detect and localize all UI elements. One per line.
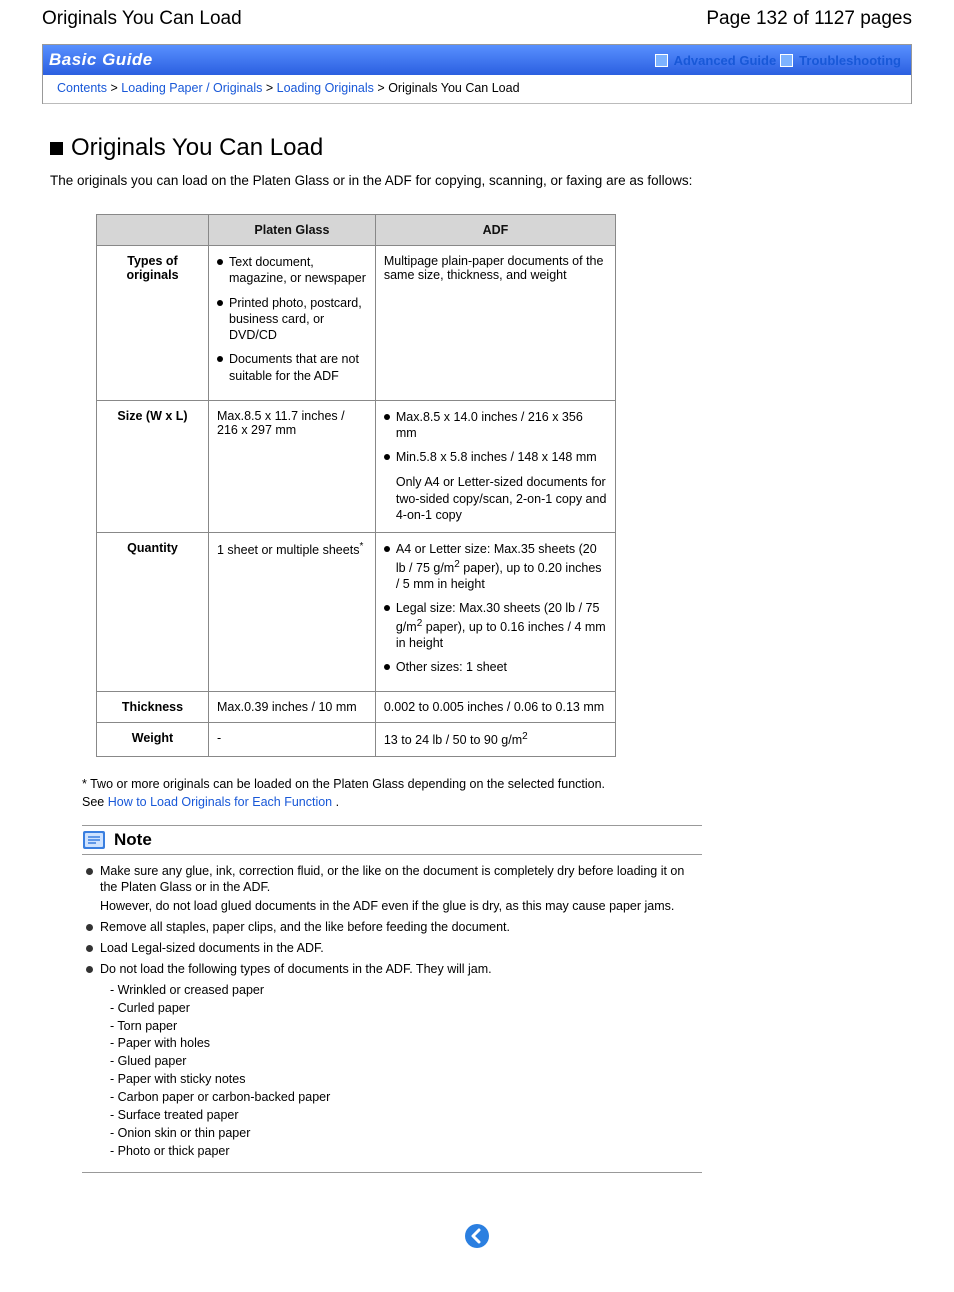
crumb-loading-paper[interactable]: Loading Paper / Originals <box>121 81 262 95</box>
guide-title: Basic Guide <box>49 50 153 70</box>
table-row: Quantity 1 sheet or multiple sheets* A4 … <box>97 533 616 692</box>
note-icon <box>82 830 106 850</box>
list-item: Load Legal-sized documents in the ADF. <box>82 940 702 957</box>
square-icon <box>780 54 793 67</box>
square-icon <box>655 54 668 67</box>
list-item: Do not load the following types of docum… <box>82 961 702 1160</box>
link-how-to-load[interactable]: How to Load Originals for Each Function <box>108 795 332 809</box>
col-adf: ADF <box>375 215 615 246</box>
crumb-contents[interactable]: Contents <box>57 81 107 95</box>
note-title: Note <box>114 830 152 850</box>
see-line: See How to Load Originals for Each Funct… <box>82 795 908 809</box>
list-item: Remove all staples, paper clips, and the… <box>82 919 702 936</box>
square-bullet-icon <box>50 142 63 155</box>
back-button[interactable] <box>46 1223 908 1252</box>
page-title: Originals You Can Load <box>42 8 242 30</box>
col-platen: Platen Glass <box>209 215 376 246</box>
table-row: Size (W x L) Max.8.5 x 11.7 inches / 216… <box>97 400 616 532</box>
link-advanced-guide[interactable]: Advanced Guide <box>674 53 777 68</box>
note-list: Make sure any glue, ink, correction flui… <box>82 863 702 1173</box>
link-troubleshooting[interactable]: Troubleshooting <box>799 53 901 68</box>
section-heading: Originals You Can Load <box>71 134 323 162</box>
list-item: Make sure any glue, ink, correction flui… <box>82 863 702 916</box>
crumb-current: Originals You Can Load <box>388 81 519 95</box>
crumb-loading-originals[interactable]: Loading Originals <box>277 81 374 95</box>
footnote: * Two or more originals can be loaded on… <box>82 777 908 791</box>
page-indicator: Page 132 of 1127 pages <box>706 8 912 30</box>
intro-text: The originals you can load on the Platen… <box>50 172 730 190</box>
spec-table: Platen Glass ADF Types of originals Text… <box>96 214 616 756</box>
table-row: Types of originals Text document, magazi… <box>97 246 616 401</box>
guide-banner: Basic Guide Advanced Guide Troubleshooti… <box>43 45 911 75</box>
table-row: Weight - 13 to 24 lb / 50 to 90 g/m2 <box>97 723 616 756</box>
breadcrumb: Contents > Loading Paper / Originals > L… <box>43 75 911 104</box>
table-row: Thickness Max.0.39 inches / 10 mm 0.002 … <box>97 692 616 723</box>
